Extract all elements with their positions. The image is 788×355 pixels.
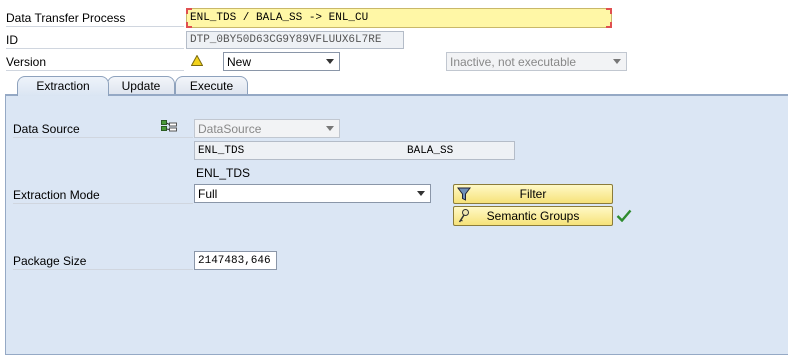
- id-value: DTP_0BY50D63CG9Y89VFLUUX6L7RE: [190, 34, 382, 46]
- version-dropdown[interactable]: New: [223, 52, 340, 71]
- extraction-mode-dropdown[interactable]: Full: [194, 184, 431, 203]
- data-source-type-dropdown: DataSource: [194, 119, 340, 138]
- filter-button[interactable]: Filter: [453, 184, 613, 204]
- dtp-name-value: ENL_TDS / BALA_SS -> ENL_CU: [190, 12, 369, 24]
- semantic-groups-button-label: Semantic Groups: [486, 209, 580, 223]
- extraction-mode-label: Extraction Mode: [13, 187, 193, 204]
- source-description: ENL_TDS: [196, 166, 251, 180]
- tab-extraction[interactable]: Extraction: [17, 76, 109, 96]
- checkmark-icon: [616, 209, 632, 222]
- data-source-field: ENL_TDS BALA_SS: [194, 141, 515, 160]
- chevron-down-icon: [417, 191, 425, 196]
- status-value: Inactive, not executable: [450, 55, 577, 69]
- warning-icon: [191, 55, 203, 66]
- status-dropdown: Inactive, not executable: [446, 52, 627, 71]
- filter-button-label: Filter: [519, 187, 547, 201]
- tab-update[interactable]: Update: [107, 76, 175, 95]
- hierarchy-icon[interactable]: [161, 120, 177, 134]
- id-label: ID: [6, 32, 184, 49]
- semantic-groups-button[interactable]: Semantic Groups: [453, 206, 613, 226]
- package-size-label: Package Size: [13, 253, 193, 270]
- chevron-down-icon: [326, 59, 334, 64]
- version-label: Version: [6, 54, 184, 71]
- source-system-value: BALA_SS: [407, 145, 454, 157]
- data-source-type-value: DataSource: [198, 122, 262, 136]
- dtp-label: Data Transfer Process: [6, 10, 184, 27]
- chevron-down-icon: [326, 126, 334, 131]
- version-value: New: [227, 55, 252, 69]
- chevron-down-icon: [613, 59, 621, 64]
- dtp-name-field[interactable]: ENL_TDS / BALA_SS -> ENL_CU: [186, 8, 612, 28]
- source-name-value: ENL_TDS: [198, 145, 245, 157]
- tab-execute[interactable]: Execute: [175, 76, 248, 95]
- id-field: DTP_0BY50D63CG9Y89VFLUUX6L7RE: [186, 31, 404, 49]
- package-size-value: 2147483,646: [198, 255, 271, 267]
- extraction-mode-value: Full: [198, 187, 218, 201]
- package-size-input[interactable]: 2147483,646: [194, 251, 277, 270]
